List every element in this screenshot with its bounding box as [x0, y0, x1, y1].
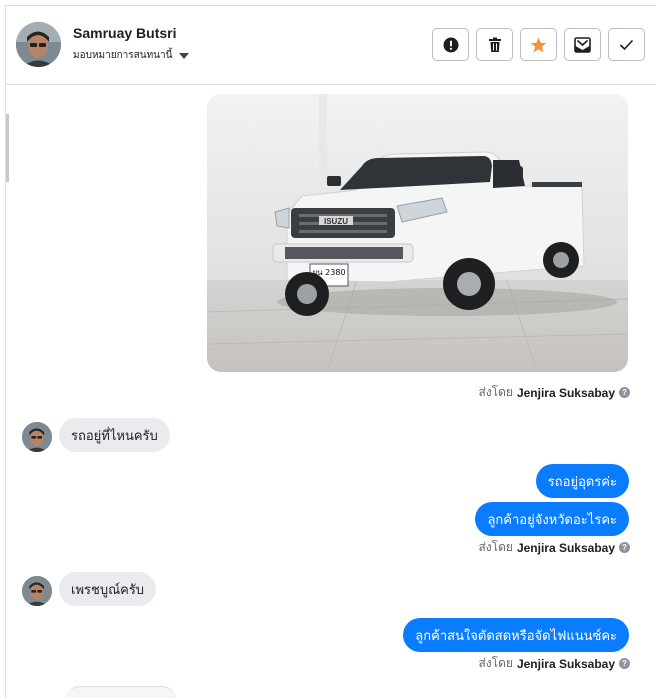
star-icon [530, 37, 547, 52]
sent-by-line: ส่งโดย Jenjira Suksabay ? [478, 383, 630, 402]
help-icon[interactable]: ? [619, 542, 630, 553]
outgoing-message[interactable]: รถอยู่อุดรค่ะ [535, 464, 629, 498]
sent-by-name: Jenjira Suksabay [516, 540, 615, 555]
assign-label: มอบหมายการสนทนานี้ [73, 50, 173, 61]
vehicle-photo-attachment[interactable]: ISUZU ผน 2380 [207, 94, 628, 372]
sent-by-prefix: ส่งโดย [478, 385, 513, 399]
vehicle-brand-text: ISUZU [324, 217, 348, 226]
help-icon[interactable]: ? [619, 387, 630, 398]
partial-message-bubble [66, 686, 176, 698]
outgoing-message[interactable]: ลูกค้าสนใจตัดสดหรือจัดไฟแนนซ์คะ [403, 618, 629, 652]
checkmark-icon [619, 39, 634, 50]
scrollbar[interactable] [6, 114, 9, 182]
mark-done-button[interactable] [608, 28, 645, 61]
conversation-panel: Samruay Butsri มอบหมายการสนทนานี้ ISUZU … [5, 5, 656, 698]
mark-unread-icon [574, 36, 591, 53]
mark-unread-button[interactable] [564, 28, 601, 61]
contact-avatar-small[interactable] [22, 422, 52, 452]
sent-by-prefix: ส่งโดย [478, 656, 513, 670]
star-button[interactable] [520, 28, 557, 61]
contact-avatar[interactable] [16, 22, 61, 67]
sent-by-name: Jenjira Suksabay [516, 656, 615, 671]
contact-avatar-small[interactable] [22, 576, 52, 606]
sent-by-line: ส่งโดย Jenjira Suksabay ? [478, 538, 630, 557]
assign-conversation-dropdown[interactable]: มอบหมายการสนทนานี้ [73, 48, 190, 63]
conversation-header: Samruay Butsri มอบหมายการสนทนานี้ [6, 6, 656, 85]
incoming-message[interactable]: เพรชบูณ์ครับ [59, 572, 157, 606]
sent-by-line: ส่งโดย Jenjira Suksabay ? [478, 654, 630, 673]
caret-down-icon [179, 52, 190, 59]
incoming-message[interactable]: รถอยู่ที่ไหนครับ [59, 418, 170, 452]
message-thread[interactable]: ISUZU ผน 2380 ส่งโดย Jenjira Suksabay ? … [6, 86, 656, 698]
header-actions [432, 28, 645, 61]
outgoing-message[interactable]: ลูกค้าอยู่จังหวัดอะไรคะ [475, 502, 629, 536]
sent-by-prefix: ส่งโดย [478, 540, 513, 554]
spam-icon [443, 37, 458, 52]
help-icon[interactable]: ? [619, 658, 630, 669]
sent-by-name: Jenjira Suksabay [516, 385, 615, 400]
contact-name: Samruay Butsri [73, 25, 177, 41]
delete-button[interactable] [476, 28, 513, 61]
trash-icon [488, 37, 501, 52]
mark-spam-button[interactable] [432, 28, 469, 61]
